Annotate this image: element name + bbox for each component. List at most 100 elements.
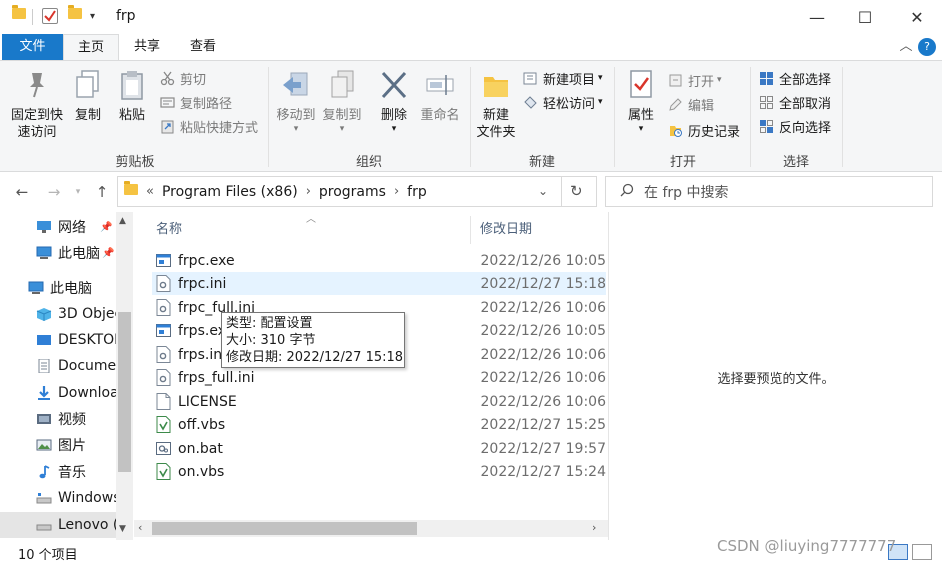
file-list-scrollbar-thumb[interactable] xyxy=(152,522,417,535)
tab-file[interactable]: 文件 xyxy=(2,34,63,60)
forward-arrow-icon[interactable]: → xyxy=(42,180,66,204)
delete-button[interactable]: 删除 ▾ xyxy=(374,67,414,134)
pin-quick-access-button[interactable]: 固定到快 速访问 xyxy=(6,67,68,141)
back-arrow-icon[interactable]: ← xyxy=(10,180,34,204)
config-file-icon xyxy=(156,346,171,363)
select-all-button[interactable]: 全部选择 xyxy=(759,67,831,89)
breadcrumb-frp[interactable]: frp xyxy=(407,184,427,200)
copy-path-label: 复制路径 xyxy=(180,96,233,112)
properties-button[interactable]: 属性 ▾ xyxy=(620,67,662,134)
group-separator xyxy=(842,67,843,167)
file-row[interactable]: frps_full.ini 2022/12/26 10:06 xyxy=(152,366,606,389)
nav-item-documents[interactable]: Documents xyxy=(0,353,116,379)
breadcrumb-overflow-icon[interactable]: « xyxy=(146,184,154,199)
new-folder-button[interactable]: 新建 文件夹 xyxy=(474,67,518,141)
nav-scrollbar-thumb[interactable] xyxy=(118,312,131,472)
file-row[interactable]: LICENSE 2022/12/26 10:06 xyxy=(152,390,606,413)
nav-label-network: 网络 xyxy=(58,220,86,236)
refresh-icon[interactable]: ↻ xyxy=(570,182,583,200)
column-separator[interactable] xyxy=(470,216,471,244)
nav-item-music[interactable]: 音乐 xyxy=(0,459,116,485)
nav-scrollbar[interactable]: ▲ ▼ xyxy=(116,212,133,540)
large-icons-view-icon[interactable] xyxy=(912,544,932,560)
new-folder-label-1: 新建 xyxy=(482,108,509,123)
file-row[interactable]: frpc.exe 2022/12/26 10:05 xyxy=(152,249,606,272)
file-list-scrollbar[interactable]: ‹ › xyxy=(134,520,608,537)
address-dropdown-icon[interactable]: ⌄ xyxy=(538,184,548,198)
invert-selection-button[interactable]: 反向选择 xyxy=(759,115,831,137)
column-header-name[interactable]: 名称 xyxy=(156,216,456,244)
up-arrow-icon[interactable]: ↑ xyxy=(90,180,114,204)
nav-item-downloads[interactable]: Downloads xyxy=(0,380,116,406)
scroll-down-arrow-icon[interactable]: ▼ xyxy=(119,524,126,534)
select-group-label: 选择 xyxy=(782,155,809,170)
scroll-left-arrow-icon[interactable]: ‹ xyxy=(138,521,142,534)
recent-locations-dropdown-icon[interactable]: ▾ xyxy=(66,180,90,204)
breadcrumb-programs[interactable]: programs xyxy=(319,184,386,200)
properties-icon xyxy=(626,69,656,101)
history-button[interactable]: 历史记录 xyxy=(668,119,740,141)
new-item-button[interactable]: 新建项目 ▾ xyxy=(523,67,603,89)
open-button[interactable]: 打开 ▾ xyxy=(668,69,722,91)
move-to-icon xyxy=(281,69,311,101)
address-bar[interactable]: « Program Files (x86) › programs › frp ⌄… xyxy=(117,176,597,207)
select-none-button[interactable]: 全部取消 xyxy=(759,91,831,113)
maximize-button[interactable]: ☐ xyxy=(840,0,890,34)
tab-view[interactable]: 查看 xyxy=(178,34,228,60)
close-button[interactable]: ✕ xyxy=(892,0,942,34)
copy-button[interactable]: 复制 xyxy=(68,67,108,124)
minimize-button[interactable]: — xyxy=(792,0,842,34)
properties-label: 属性 xyxy=(627,108,654,123)
ribbon-collapse-icon[interactable]: ︿ xyxy=(896,34,916,60)
nav-item-videos[interactable]: 视频 xyxy=(0,406,116,432)
tooltip-size: 大小: 310 字节 xyxy=(226,333,316,348)
file-tooltip: 类型: 配置设置 大小: 310 字节 修改日期: 2022/12/27 15:… xyxy=(221,312,405,368)
tab-share[interactable]: 共享 xyxy=(122,34,172,60)
move-to-button[interactable]: 移动到 ▾ xyxy=(274,67,318,134)
quick-access-dropdown-icon[interactable]: ▾ xyxy=(90,11,95,22)
nav-item-3d-objects[interactable]: 3D Objects xyxy=(0,301,116,327)
copy-icon xyxy=(73,69,103,101)
cut-button[interactable]: 剪切 xyxy=(160,67,206,89)
open-dropdown-icon: ▾ xyxy=(717,75,722,85)
paste-button[interactable]: 粘贴 xyxy=(112,67,152,124)
paste-shortcut-button[interactable]: 粘贴快捷方式 xyxy=(160,115,258,137)
nav-item-this-pc[interactable]: 此电脑 xyxy=(0,275,116,301)
column-header-date[interactable]: 修改日期 xyxy=(480,216,600,244)
nav-item-windows-drive[interactable]: Windows xyxy=(0,485,116,511)
nav-item-pictures[interactable]: 图片 xyxy=(0,432,116,458)
tab-home[interactable]: 主页 xyxy=(63,34,119,61)
nav-label-3d-objects: 3D Objects xyxy=(58,306,116,322)
new-folder-quick-icon[interactable] xyxy=(68,5,82,19)
easy-access-button[interactable]: 轻松访问 ▾ xyxy=(523,91,603,113)
properties-check-icon[interactable] xyxy=(42,8,58,24)
script-file-icon xyxy=(156,463,171,480)
nav-item-desktop[interactable]: DESKTOP xyxy=(0,327,116,353)
file-row[interactable]: on.bat 2022/12/27 19:57 xyxy=(152,437,606,460)
scroll-up-arrow-icon[interactable]: ▲ xyxy=(119,216,126,226)
file-row[interactable]: frpc.ini 2022/12/27 15:18 xyxy=(152,272,606,295)
copy-to-button[interactable]: 复制到 ▾ xyxy=(320,67,364,134)
nav-label-this-pc-pinned: 此电脑 xyxy=(58,246,100,262)
nav-item-lenovo-drive[interactable]: Lenovo (D:) xyxy=(0,512,116,538)
properties-dropdown-icon: ▾ xyxy=(638,124,644,134)
paste-label: 粘贴 xyxy=(118,108,145,123)
music-note-icon xyxy=(36,465,52,479)
search-input[interactable]: 在 frp 中搜索 xyxy=(605,176,933,207)
file-row[interactable]: off.vbs 2022/12/27 15:25 xyxy=(152,413,606,436)
easy-access-dropdown-icon: ▾ xyxy=(598,97,603,107)
nav-label-lenovo-drive: Lenovo (D:) xyxy=(58,517,116,533)
copy-path-button[interactable]: 复制路径 xyxy=(160,91,232,113)
help-icon[interactable]: ? xyxy=(918,38,936,56)
scroll-right-arrow-icon[interactable]: › xyxy=(592,521,596,534)
open-group-label: 打开 xyxy=(669,155,696,170)
file-name: LICENSE xyxy=(178,393,237,410)
edit-button[interactable]: 编辑 xyxy=(668,93,714,115)
file-row[interactable]: on.vbs 2022/12/27 15:24 xyxy=(152,460,606,483)
breadcrumb-program-files[interactable]: Program Files (x86) xyxy=(162,184,298,200)
nav-item-this-pc-pinned[interactable]: 此电脑 📌 xyxy=(0,240,116,266)
rename-button[interactable]: 重命名 xyxy=(416,67,464,124)
nav-item-network[interactable]: 网络 📌 xyxy=(0,214,116,240)
exe-file-icon xyxy=(156,252,171,269)
group-separator xyxy=(750,67,751,167)
